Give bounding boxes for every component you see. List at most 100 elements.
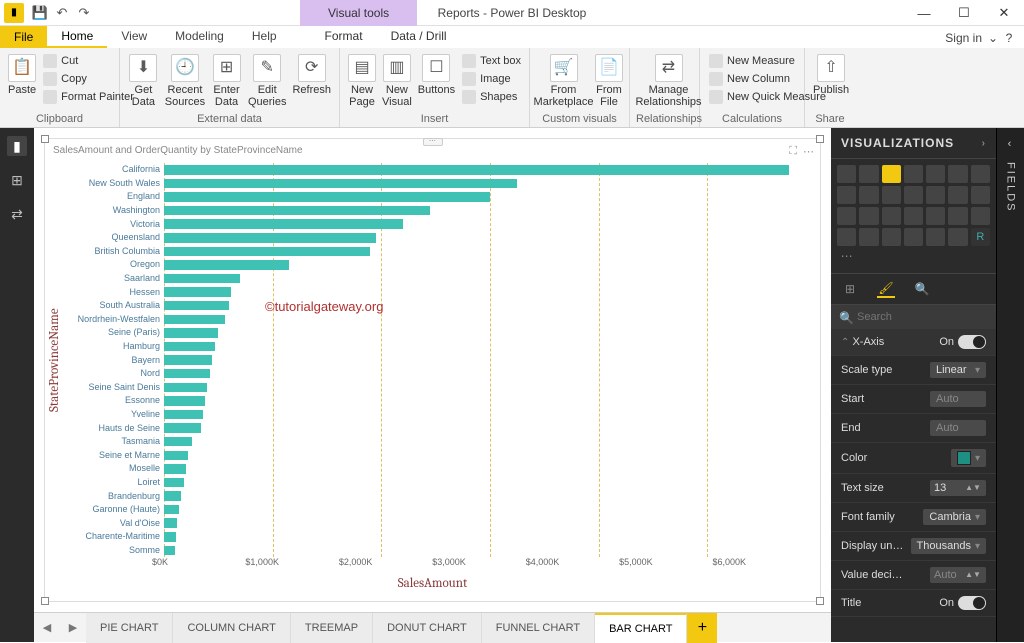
page-tab[interactable]: TREEMAP [291,613,373,643]
viz-type-matrix[interactable] [948,228,967,246]
bar[interactable] [164,462,816,476]
resize-handle[interactable] [41,597,49,605]
bar[interactable] [164,299,816,313]
shapes-button[interactable]: Shapes [459,88,524,106]
report-view-icon[interactable]: ▮ [7,136,27,156]
format-tab[interactable]: Format [311,26,377,48]
bar[interactable] [164,448,816,462]
bar[interactable] [164,272,816,286]
bar[interactable] [164,516,816,530]
focus-mode-icon[interactable]: ⛶ [789,145,797,158]
bar[interactable] [164,544,816,558]
minimize-button[interactable]: — [904,0,944,26]
bar[interactable] [164,190,816,204]
from-file-button[interactable]: 📄From File [593,52,625,110]
signin-link[interactable]: Sign in [945,31,982,45]
bar[interactable] [164,245,816,259]
textbox-button[interactable]: Text box [459,52,524,70]
bar[interactable] [164,326,816,340]
viz-type-waterfall[interactable] [948,186,967,204]
expand-fields-pane-icon[interactable]: ‹ [1008,138,1014,150]
help-caret-icon[interactable]: ⌄ [988,31,998,45]
save-icon[interactable]: 💾 [32,5,48,21]
file-menu[interactable]: File [0,26,47,48]
xaxis-section-header[interactable]: ⌃ X-Axis On [831,329,996,356]
fields-header[interactable]: FIELDS [1005,162,1017,213]
bar[interactable] [164,217,816,231]
viz-type-line[interactable] [971,165,990,183]
bar[interactable] [164,258,816,272]
bar[interactable] [164,340,816,354]
bar[interactable] [164,381,816,395]
tab-prev-icon[interactable]: ◀ [34,621,60,634]
bar[interactable] [164,177,816,191]
bar[interactable] [164,367,816,381]
viz-type-pie[interactable] [837,207,856,225]
viz-type-filled-map[interactable] [926,207,945,225]
font-family-dropdown[interactable]: Cambria▾ [923,509,986,525]
bar[interactable] [164,313,816,327]
analytics-well-icon[interactable]: 🔍 [913,280,931,298]
view-tab[interactable]: View [107,26,161,48]
viz-type-funnel[interactable] [948,207,967,225]
home-tab[interactable]: Home [47,26,107,48]
viz-type-table[interactable] [926,228,945,246]
viz-type-more[interactable]: ⋯ [837,249,856,267]
undo-icon[interactable]: ↶ [54,5,70,21]
bar[interactable] [164,408,816,422]
modeling-tab[interactable]: Modeling [161,26,238,48]
viz-type-r[interactable]: R [971,228,990,246]
bar[interactable] [164,489,816,503]
viz-type-stacked-bar[interactable] [837,165,856,183]
bar[interactable] [164,421,816,435]
value-decimal-spinner[interactable]: ▲▼ [930,567,986,583]
report-canvas[interactable]: ⋯ ⛶ ⋯ SalesAmount and OrderQuantity by S… [34,128,831,612]
edit-queries-button[interactable]: ✎Edit Queries [246,52,289,110]
ribbon-collapse-icon[interactable]: ? [1004,31,1014,45]
viz-type-scatter[interactable] [971,186,990,204]
close-button[interactable]: ✕ [984,0,1024,26]
bar[interactable] [164,204,816,218]
page-tab[interactable]: PIE CHART [86,613,173,643]
maximize-button[interactable]: ☐ [944,0,984,26]
manage-relationships-button[interactable]: ⇄Manage Relationships [636,52,701,110]
viz-type-gauge[interactable] [971,207,990,225]
bar[interactable] [164,163,816,177]
viz-type-stacked-area[interactable] [859,186,878,204]
chart-visual[interactable]: ⋯ ⛶ ⋯ SalesAmount and OrderQuantity by S… [44,138,821,602]
image-button[interactable]: Image [459,70,524,88]
collapse-viz-pane-icon[interactable]: › [982,138,986,149]
viz-type-multicard[interactable] [859,228,878,246]
page-tab[interactable]: DONUT CHART [373,613,482,643]
publish-button[interactable]: ⇧Publish [811,52,851,98]
fields-well-icon[interactable]: ⊞ [841,280,859,298]
data-view-icon[interactable]: ⊞ [7,170,27,190]
paste-button[interactable]: 📋Paste [6,52,38,98]
viz-type-area[interactable] [837,186,856,204]
recent-sources-button[interactable]: 🕘Recent Sources [163,52,207,110]
color-picker[interactable]: ▾ [951,449,986,467]
get-data-button[interactable]: ⬇Get Data [126,52,161,110]
viz-type-slicer[interactable] [904,228,923,246]
refresh-button[interactable]: ⟳Refresh [290,52,333,98]
enter-data-button[interactable]: ⊞Enter Data [209,52,244,110]
format-well-icon[interactable]: 🖌 [877,280,895,298]
viz-type-clustered-bar[interactable] [882,165,901,183]
redo-icon[interactable]: ↷ [76,5,92,21]
viz-type-card[interactable] [837,228,856,246]
viz-type-donut[interactable] [859,207,878,225]
help-tab[interactable]: Help [238,26,291,48]
scale-type-dropdown[interactable]: Linear▾ [930,362,986,378]
format-search-input[interactable] [831,305,996,329]
start-input[interactable]: Auto [930,391,986,407]
viz-type-treemap[interactable] [882,207,901,225]
viz-type-clustered-column[interactable] [904,165,923,183]
new-page-button[interactable]: ▤New Page [346,52,378,110]
viz-type-kpi[interactable] [882,228,901,246]
bar[interactable] [164,353,816,367]
page-tab[interactable]: BAR CHART [595,613,687,643]
bar[interactable] [164,476,816,490]
tab-next-icon[interactable]: ▶ [60,621,86,634]
viz-type-line-stacked[interactable] [882,186,901,204]
bar[interactable] [164,435,816,449]
